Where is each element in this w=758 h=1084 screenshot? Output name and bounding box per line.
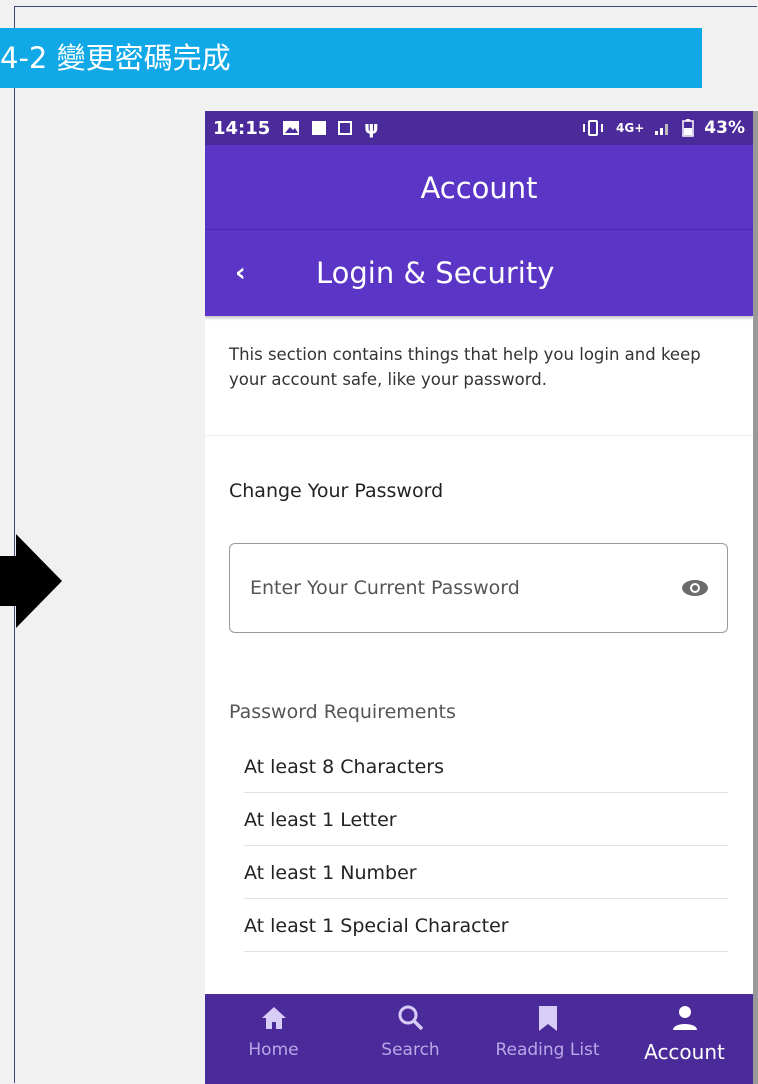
nav-label-account: Account bbox=[644, 1040, 725, 1064]
bottom-navigation: Home Search Reading List Account bbox=[205, 994, 753, 1084]
slide-title: 4-2 變更密碼完成 bbox=[0, 41, 231, 75]
slide-title-banner: 4-2 變更密碼完成 bbox=[0, 28, 702, 88]
usb-icon: ψ bbox=[364, 117, 379, 139]
battery-percent: 43% bbox=[704, 118, 745, 138]
home-icon bbox=[261, 1007, 286, 1029]
intro-text: This section contains things that help y… bbox=[229, 345, 701, 389]
right-arrow-icon bbox=[0, 534, 62, 628]
app-header: Account bbox=[205, 145, 753, 229]
image-icon bbox=[283, 121, 300, 135]
section-description: This section contains things that help y… bbox=[205, 316, 753, 436]
vibrate-icon bbox=[583, 120, 604, 136]
requirement-item: At least 8 Characters bbox=[244, 741, 728, 793]
requirement-item: At least 1 Letter bbox=[244, 794, 728, 846]
nav-item-reading-list[interactable]: Reading List bbox=[479, 994, 616, 1084]
sub-header: ‹ Login & Security bbox=[205, 229, 753, 316]
phone-edge bbox=[753, 111, 758, 1084]
page-title: Account bbox=[420, 171, 538, 205]
search-icon bbox=[398, 1005, 423, 1031]
current-password-input[interactable] bbox=[248, 576, 681, 600]
signal-icon bbox=[655, 124, 669, 135]
battery-icon bbox=[682, 119, 695, 137]
nav-label-reading-list: Reading List bbox=[495, 1040, 600, 1060]
requirement-item: At least 1 Special Character bbox=[244, 900, 728, 952]
nav-item-account[interactable]: Account bbox=[616, 994, 753, 1084]
status-bar: 14:15 ψ 4G+ 43% bbox=[205, 111, 753, 145]
person-icon bbox=[672, 1006, 697, 1030]
eye-icon[interactable] bbox=[681, 579, 709, 597]
status-time: 14:15 bbox=[213, 117, 271, 139]
nav-item-search[interactable]: Search bbox=[342, 994, 479, 1084]
network-type: 4G+ bbox=[616, 121, 645, 135]
nav-item-home[interactable]: Home bbox=[205, 994, 342, 1084]
code-icon bbox=[338, 121, 353, 135]
sub-header-title: Login & Security bbox=[316, 256, 555, 290]
notification-square-icon bbox=[312, 121, 327, 135]
current-password-field[interactable] bbox=[229, 543, 728, 633]
change-password-title: Change Your Password bbox=[229, 480, 444, 502]
requirements-list: At least 8 Characters At least 1 Letter … bbox=[244, 741, 728, 953]
requirement-item: At least 1 Number bbox=[244, 847, 728, 899]
bookmark-icon bbox=[538, 1006, 557, 1031]
nav-label-search: Search bbox=[381, 1040, 440, 1060]
back-chevron-icon[interactable]: ‹ bbox=[235, 230, 246, 316]
phone-screen: 14:15 ψ 4G+ 43% Account ‹ Login & Securi… bbox=[205, 111, 753, 1084]
nav-label-home: Home bbox=[248, 1040, 299, 1060]
requirements-title: Password Requirements bbox=[229, 701, 456, 723]
